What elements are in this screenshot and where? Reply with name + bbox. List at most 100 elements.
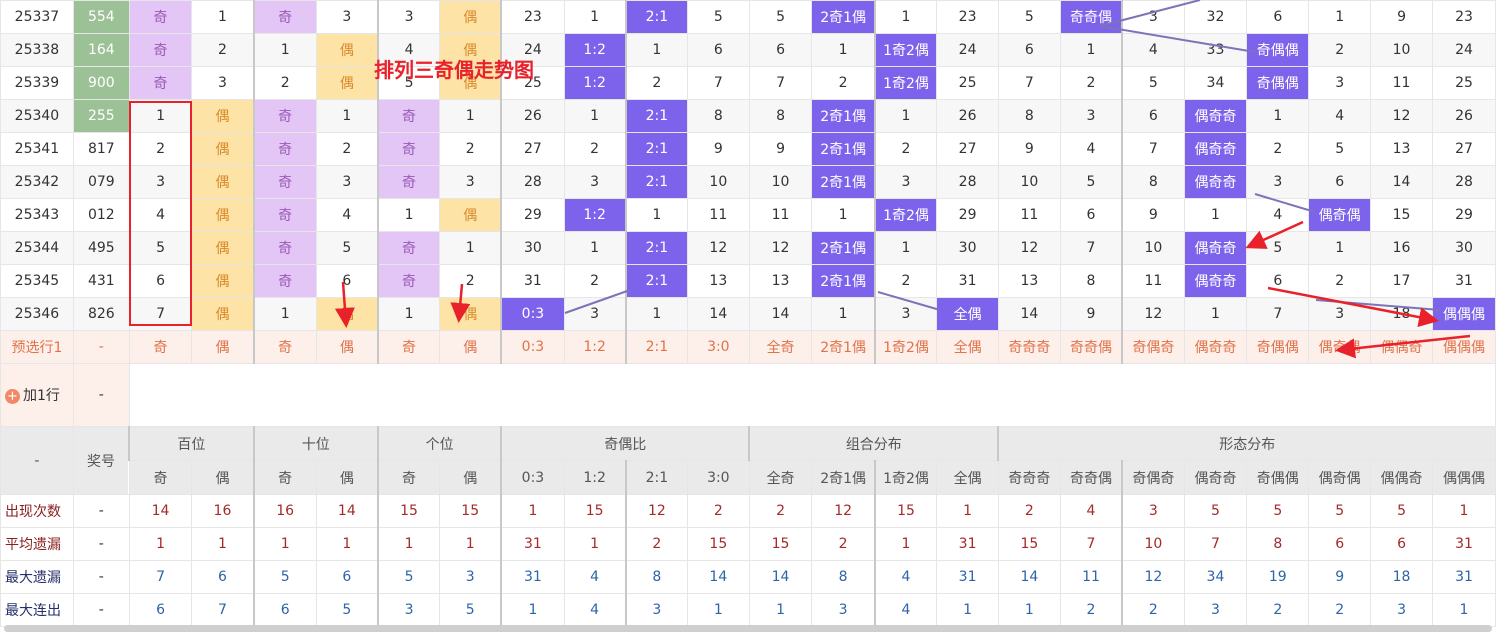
- trend-cell: 5: [1308, 132, 1372, 166]
- stat-value: 1: [376, 527, 441, 561]
- stat-value: 12: [624, 494, 688, 528]
- preselect-cell[interactable]: 2:1: [624, 330, 688, 364]
- preselect-cell[interactable]: 奇奇偶: [1059, 330, 1123, 364]
- preselect-cell[interactable]: 奇偶偶: [1246, 330, 1310, 364]
- preselect-cell[interactable]: 0:3: [500, 330, 565, 364]
- stat-value: 31: [500, 560, 565, 594]
- issue-number: 25344: [0, 231, 74, 265]
- trend-cell: 5: [1246, 231, 1310, 265]
- trend-cell: 偶: [439, 0, 502, 34]
- trend-cell: 7: [1059, 231, 1123, 265]
- trend-cell: 3: [1246, 165, 1310, 199]
- watermark-title: 排列三奇偶走势图: [374, 58, 534, 82]
- preselect-cell[interactable]: 奇: [128, 330, 193, 364]
- header-sub: 3:0: [686, 460, 750, 495]
- stat-value: 4: [873, 560, 938, 594]
- trend-cell: 2: [439, 264, 502, 298]
- issue-number: 25342: [0, 165, 74, 199]
- issue-number: 25346: [0, 297, 74, 331]
- trend-cell: 10: [997, 165, 1061, 199]
- stat-dash: -: [72, 494, 130, 528]
- trend-cell: 奇: [252, 132, 317, 166]
- preselect-cell[interactable]: 全奇: [748, 330, 813, 364]
- trend-cell: 1: [252, 33, 317, 67]
- stat-value: 3: [624, 593, 688, 627]
- trend-cell: 1: [811, 198, 876, 232]
- trend-cell: 11: [686, 198, 750, 232]
- horizontal-scrollbar[interactable]: [4, 625, 1492, 632]
- preselect-cell[interactable]: 偶: [191, 330, 255, 364]
- preselect-cell[interactable]: 3:0: [686, 330, 750, 364]
- preselect-cell[interactable]: 偶偶奇: [1370, 330, 1433, 364]
- preselect-cell[interactable]: 偶奇偶: [1308, 330, 1372, 364]
- stat-value: 1: [997, 593, 1061, 627]
- trend-cell: 2: [1308, 264, 1372, 298]
- trend-cell: 奇: [252, 0, 317, 34]
- preselect-cell[interactable]: 全偶: [936, 330, 999, 364]
- trend-cell: 30: [500, 231, 565, 265]
- trend-cell: 9: [997, 132, 1061, 166]
- header-sub: 2:1: [624, 460, 688, 495]
- trend-cell: 偶: [191, 264, 255, 298]
- stat-value: 6: [1308, 527, 1372, 561]
- add-row-button[interactable]: + 加1行: [0, 363, 74, 427]
- header-sub: 偶: [315, 460, 379, 495]
- stat-value: 1: [1431, 494, 1496, 528]
- trend-cell: 10: [1370, 33, 1433, 67]
- preselect-cell[interactable]: 偶: [439, 330, 502, 364]
- trend-cell: 4: [1059, 132, 1123, 166]
- trend-cell: 23: [1431, 0, 1496, 34]
- stat-value: 8: [811, 560, 876, 594]
- stat-value: 6: [252, 593, 317, 627]
- trend-cell: 31: [936, 264, 999, 298]
- header-group: 个位: [376, 426, 502, 461]
- trend-cell: 1奇2偶: [873, 33, 938, 67]
- trend-cell: 奇偶偶: [1246, 66, 1310, 100]
- stat-value: 1: [315, 527, 379, 561]
- trend-cell: 3: [1308, 66, 1372, 100]
- stat-value: 1: [191, 527, 255, 561]
- stat-value: 3: [811, 593, 876, 627]
- preselect-cell[interactable]: 2奇1偶: [811, 330, 876, 364]
- preselect-cell[interactable]: 偶偶偶: [1431, 330, 1496, 364]
- header-sub: 奇偶偶: [1246, 460, 1310, 495]
- preselect-cell[interactable]: 奇奇奇: [997, 330, 1061, 364]
- trend-cell: 29: [1431, 198, 1496, 232]
- preselect-cell[interactable]: 1奇2偶: [873, 330, 938, 364]
- trend-cell: 偶: [191, 132, 255, 166]
- preselect-cell[interactable]: 奇: [376, 330, 441, 364]
- preselect-cell[interactable]: 奇: [252, 330, 317, 364]
- trend-cell: 6: [1246, 264, 1310, 298]
- trend-cell: 6: [1121, 99, 1185, 133]
- trend-cell: 奇: [376, 264, 441, 298]
- trend-cell: 5: [748, 0, 813, 34]
- stat-value: 3: [1183, 593, 1248, 627]
- trend-cell: 26: [500, 99, 565, 133]
- trend-cell: 偶: [191, 297, 255, 331]
- preselect-cell[interactable]: 1:2: [563, 330, 627, 364]
- trend-cell: 1:2: [563, 66, 627, 100]
- preselect-cell[interactable]: 奇偶奇: [1121, 330, 1185, 364]
- stat-value: 2: [1121, 593, 1185, 627]
- header-sub: 偶奇奇: [1183, 460, 1248, 495]
- stat-value: 6: [1370, 527, 1433, 561]
- preselect-row[interactable]: 预选行1- 奇偶奇偶奇偶 0:3 1:2 2:1 3:0 全奇 2奇1偶 1奇2偶 全偶 奇奇奇 奇奇…: [0, 330, 1496, 364]
- stat-value: 2: [748, 494, 813, 528]
- trend-cell: 3: [1308, 297, 1372, 331]
- trend-cell: 奇: [252, 198, 317, 232]
- preselect-cell[interactable]: 偶奇奇: [1183, 330, 1248, 364]
- issue-number: 25343: [0, 198, 74, 232]
- trend-cell: 2奇1偶: [811, 165, 876, 199]
- trend-cell: 全偶: [936, 297, 999, 331]
- header-sub: 1:2: [563, 460, 627, 495]
- trend-cell: 奇: [376, 132, 441, 166]
- issue-number: 25338: [0, 33, 74, 67]
- trend-cell: 28: [1431, 165, 1496, 199]
- stat-value: 12: [1121, 560, 1185, 594]
- stat-value: 3: [1121, 494, 1185, 528]
- stat-value: 5: [1183, 494, 1248, 528]
- stat-value: 8: [1246, 527, 1310, 561]
- stat-value: 5: [439, 593, 502, 627]
- preselect-cell[interactable]: 偶: [315, 330, 379, 364]
- trend-cell: 2: [811, 66, 876, 100]
